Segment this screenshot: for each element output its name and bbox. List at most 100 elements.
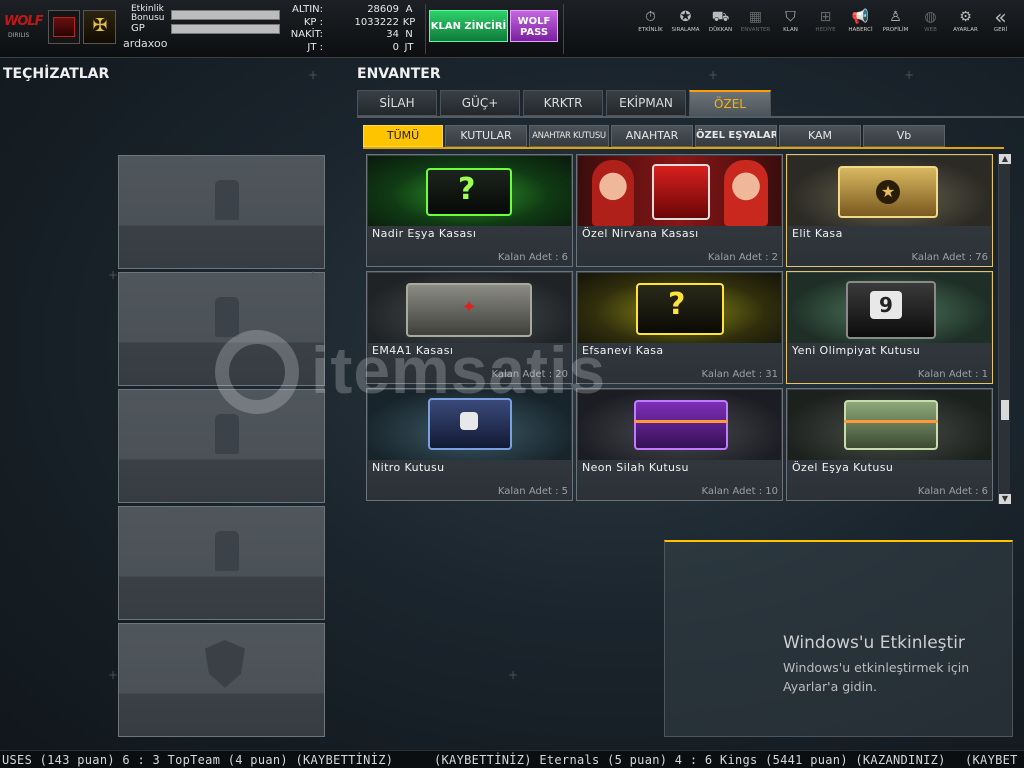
- tab-equipment[interactable]: EKİPMAN: [606, 90, 686, 116]
- subtab-special-items[interactable]: ÖZEL EŞYALAR: [695, 125, 777, 147]
- plus-marker-icon: +: [108, 668, 119, 682]
- inventory-icon: ▦: [748, 9, 763, 25]
- tab-weapon[interactable]: SİLAH: [357, 90, 437, 116]
- medal-icon: ✪: [679, 9, 692, 25]
- subtab-divider: [363, 147, 1004, 149]
- nav-back[interactable]: «GERİ: [985, 5, 1016, 34]
- nav-settings[interactable]: ⚙ AYARLAR: [950, 8, 981, 34]
- scroll-up-icon[interactable]: ▲: [999, 154, 1011, 164]
- scroll-down-icon[interactable]: ▼: [999, 494, 1011, 504]
- windows-activation-notice: Windows'u Etkinleştir Windows'u etkinleş…: [783, 633, 970, 694]
- event-bonus-label: Etkinlik Bonusu: [131, 4, 165, 23]
- spray-silhouette-icon: [215, 297, 239, 337]
- currency-cash: NAKİT: 34 N: [290, 29, 413, 40]
- item-card[interactable]: ✦ EM4A1 Kasası Kalan Adet : 20: [366, 271, 573, 384]
- scroll-thumb[interactable]: [1001, 400, 1009, 420]
- sub-tabs: TÜMÜ KUTULAR ANAHTAR KUTUSU ANAHTAR ÖZEL…: [363, 125, 947, 147]
- em4a1-case-image: ✦: [368, 273, 571, 343]
- plus-marker-icon: +: [904, 68, 915, 82]
- globe-icon: ◍: [924, 9, 937, 25]
- nirvana-case-image: [578, 156, 781, 226]
- equipment-slot-spray-2[interactable]: [118, 389, 325, 503]
- equipment-slot-grenade[interactable]: [118, 155, 325, 269]
- cart-icon: ⛟: [711, 9, 730, 25]
- nav-clan[interactable]: ⛉ KLAN: [775, 8, 806, 34]
- shield-silhouette-icon: [205, 640, 245, 688]
- wolf-pass-button[interactable]: WOLF PASS: [510, 10, 558, 42]
- item-card[interactable]: Özel Eşya Kutusu Kalan Adet : 6: [786, 388, 993, 501]
- gear-icon: ⚙: [959, 9, 972, 25]
- currency-kp: KP : 1033222 KP: [303, 16, 416, 28]
- nav-event[interactable]: ⏱ ETKİNLİK: [635, 8, 666, 34]
- tab-divider: [357, 116, 1024, 118]
- subtab-other[interactable]: Vb: [863, 125, 945, 147]
- top-bar: WOLF DIRILIS ✠ Etkinlik Bonusu GP ardaxo…: [0, 0, 1024, 58]
- nav-gift[interactable]: ⊞ HEDİYE: [810, 8, 841, 34]
- subtab-cam[interactable]: KAM: [779, 125, 861, 147]
- equipment-slot-spray[interactable]: [118, 272, 325, 386]
- subtab-key-boxes[interactable]: ANAHTAR KUTUSU: [529, 125, 609, 147]
- rank-badge-icon: ✠: [83, 10, 116, 44]
- nav-web[interactable]: ◍ WEB: [915, 8, 946, 34]
- divider: [563, 4, 564, 54]
- stopwatch-icon: ⏱: [645, 9, 656, 25]
- equipment-title: TEÇHİZATLAR: [3, 66, 110, 82]
- spray-silhouette-icon: [215, 414, 239, 454]
- nav-inventory[interactable]: ▦ ENVANTER: [740, 8, 771, 34]
- currency-jt: JT : 0 JT: [307, 41, 414, 53]
- plus-marker-icon: +: [308, 68, 319, 82]
- divider: [425, 4, 426, 54]
- neon-weapon-box-image: [578, 390, 781, 460]
- rare-item-case-image: ?: [368, 156, 571, 226]
- plus-marker-icon: +: [508, 668, 519, 682]
- item-card[interactable]: ★ Elit Kasa Kalan Adet : 76: [786, 154, 993, 267]
- item-card[interactable]: Özel Nirvana Kasası Kalan Adet : 2: [576, 154, 783, 267]
- gift-icon: ⊞: [819, 9, 832, 25]
- event-bonus-bar: [171, 10, 280, 20]
- special-item-box-image: [788, 390, 991, 460]
- main-tabs: SİLAH GÜÇ+ KRKTR EKİPMAN ÖZEL: [357, 90, 774, 116]
- currency-gold: ALTIN: 28609 A: [292, 4, 413, 15]
- news-ticker: USES (143 puan) 6 : 3 TopTeam (4 puan) (…: [0, 750, 1024, 768]
- item-card[interactable]: ? Nadir Eşya Kasası Kalan Adet : 6: [366, 154, 573, 267]
- equipment-slot-spray-3[interactable]: [118, 506, 325, 620]
- inventory-scrollbar[interactable]: ▲ ▼: [998, 154, 1011, 504]
- item-card[interactable]: ? Efsanevi Kasa Kalan Adet : 31: [576, 271, 783, 384]
- plus-marker-icon: +: [708, 68, 719, 82]
- tab-special[interactable]: ÖZEL: [689, 90, 771, 116]
- currency-panel: ALTIN: 28609 A KP : 1033222 KP NAKİT: 34…: [283, 4, 423, 56]
- inventory-title: ENVANTER: [357, 66, 441, 82]
- grenade-silhouette-icon: [215, 180, 239, 220]
- legendary-case-image: ?: [578, 273, 781, 343]
- item-card[interactable]: Nitro Kutusu Kalan Adet : 5: [366, 388, 573, 501]
- tab-character[interactable]: KRKTR: [523, 90, 603, 116]
- tab-power[interactable]: GÜÇ+: [440, 90, 520, 116]
- nav-messenger[interactable]: 📢 HABERCİ: [845, 8, 876, 34]
- plus-marker-icon: +: [308, 268, 319, 282]
- clan-shield-icon: ⛉: [785, 9, 796, 25]
- item-card[interactable]: Neon Silah Kutusu Kalan Adet : 10: [576, 388, 783, 501]
- megaphone-icon: 📢: [851, 9, 870, 25]
- plus-marker-icon: +: [108, 268, 119, 282]
- spray-silhouette-icon: [215, 531, 239, 571]
- username: ardaxoo: [123, 37, 168, 50]
- nav-profile[interactable]: ♙ PROFİLİM: [880, 8, 911, 34]
- game-logo: WOLF DIRILIS: [4, 14, 44, 39]
- subtab-all[interactable]: TÜMÜ: [363, 125, 443, 147]
- nitro-box-image: [368, 390, 571, 460]
- elite-case-image: ★: [788, 156, 991, 226]
- subtab-keys[interactable]: ANAHTAR: [611, 125, 693, 147]
- profile-icon: ♙: [889, 9, 902, 25]
- nav-shop[interactable]: ⛟ DÜKKAN: [705, 8, 736, 34]
- equipment-slot-armor[interactable]: [118, 623, 325, 737]
- gp-bar: [171, 24, 280, 34]
- clan-badge[interactable]: [48, 10, 80, 44]
- back-icon: «: [994, 5, 1007, 29]
- clan-chain-button[interactable]: KLAN ZİNCİRİ: [429, 10, 508, 42]
- plus-marker-icon: +: [308, 668, 319, 682]
- gp-label: GP: [131, 23, 145, 34]
- main-nav: ⏱ ETKİNLİK ✪ SIRALAMA ⛟ DÜKKAN ▦ ENVANTER ⛉ K…: [635, 5, 1020, 34]
- nav-ranking[interactable]: ✪ SIRALAMA: [670, 8, 701, 34]
- subtab-boxes[interactable]: KUTULAR: [445, 125, 527, 147]
- item-card[interactable]: 9 Yeni Olimpiyat Kutusu Kalan Adet : 1: [786, 271, 993, 384]
